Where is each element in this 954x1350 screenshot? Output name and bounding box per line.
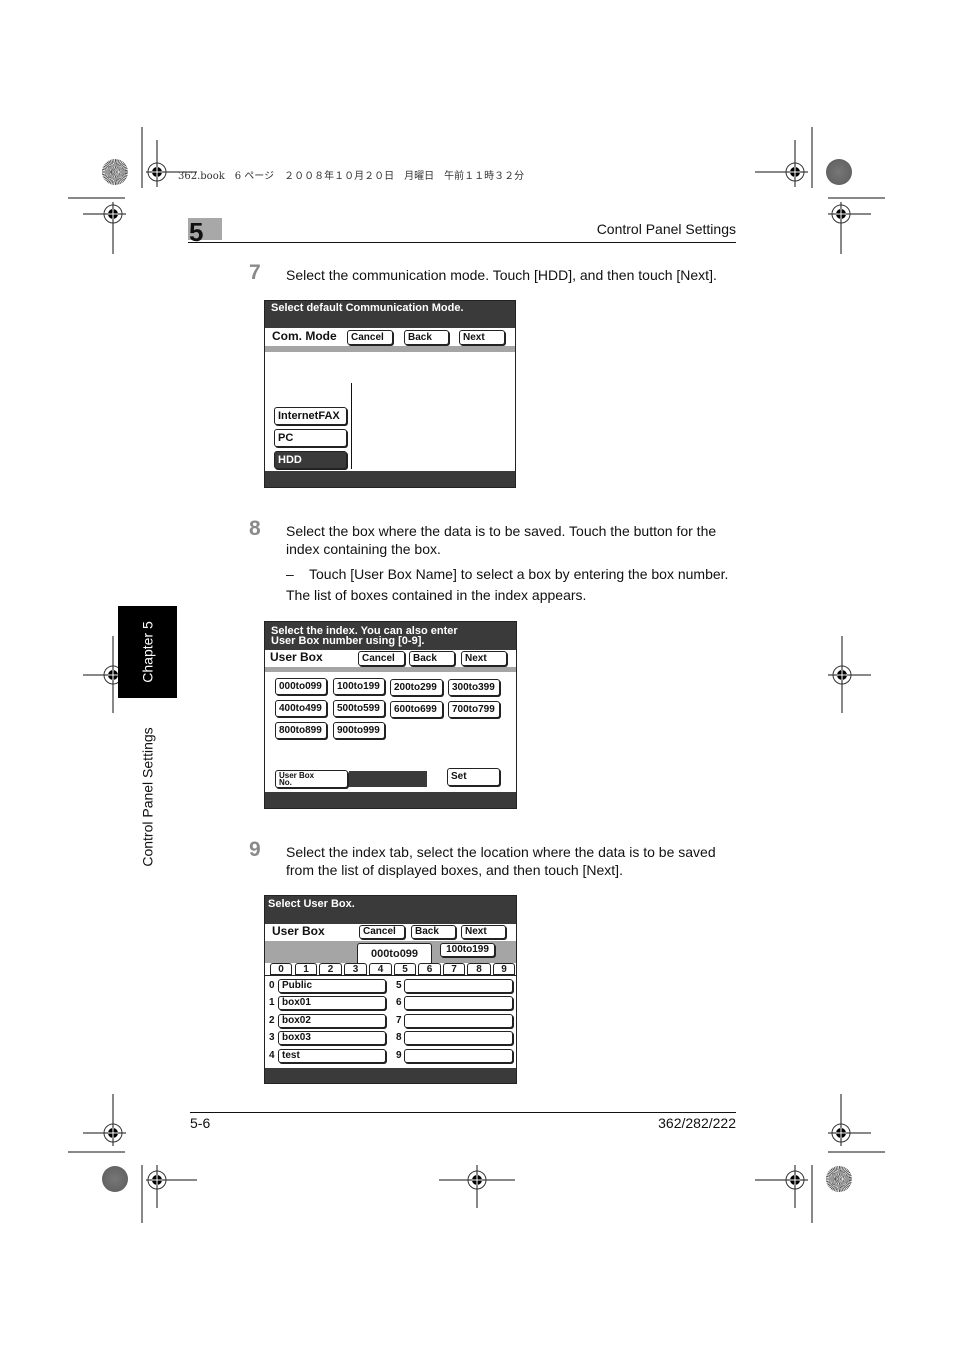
box-slot[interactable] bbox=[404, 996, 513, 1010]
screen-title: User Box bbox=[270, 650, 323, 664]
index-button[interactable]: 900to999 bbox=[333, 722, 385, 739]
digit-tab[interactable]: 6 bbox=[418, 963, 441, 975]
step-bullet: Touch [User Box Name] to select a box by… bbox=[309, 566, 729, 582]
step-text: Select the communication mode. Touch [HD… bbox=[286, 267, 717, 283]
index-button[interactable]: 100to199 bbox=[333, 678, 385, 695]
digit-tab[interactable]: 3 bbox=[344, 963, 367, 975]
digit-tab[interactable]: 2 bbox=[319, 963, 342, 975]
cancel-button[interactable]: Cancel bbox=[359, 925, 405, 939]
next-button[interactable]: Next bbox=[461, 925, 506, 939]
side-section-label: Control Panel Settings bbox=[118, 712, 177, 882]
step-note: The list of boxes contained in the index… bbox=[286, 587, 587, 603]
slot-number: 9 bbox=[396, 1050, 402, 1061]
slot-number: 2 bbox=[269, 1015, 275, 1026]
box-slot[interactable] bbox=[404, 1031, 513, 1045]
box-slot[interactable]: box01 bbox=[278, 996, 386, 1010]
index-button[interactable]: 400to499 bbox=[275, 700, 327, 717]
next-button[interactable]: Next bbox=[459, 330, 505, 345]
index-button[interactable]: 800to899 bbox=[275, 722, 327, 739]
screen-footer-bar bbox=[265, 1068, 516, 1083]
scroll-line bbox=[351, 383, 352, 469]
footer-divider bbox=[190, 1112, 736, 1113]
digit-tab[interactable]: 1 bbox=[295, 963, 317, 975]
gray-rosette-icon bbox=[102, 1166, 128, 1192]
section-title: Control Panel Settings bbox=[596, 221, 736, 237]
screen-select-user-box: Select User Box. User Box Cancel Back Ne… bbox=[264, 895, 517, 1084]
side-section-text: Control Panel Settings bbox=[139, 727, 156, 867]
index-button[interactable]: 600to699 bbox=[390, 701, 443, 718]
bullet-dash: – bbox=[286, 566, 294, 582]
screen-message: Select the index. You can also enter Use… bbox=[265, 622, 516, 650]
side-chapter-label: Chapter 5 bbox=[118, 606, 177, 698]
color-rosette-icon bbox=[102, 159, 128, 185]
user-box-no-input[interactable] bbox=[349, 771, 427, 787]
screen-message: Select default Communication Mode. bbox=[265, 301, 515, 328]
box-slot[interactable]: Public bbox=[278, 979, 386, 993]
step-number: 7 bbox=[249, 261, 261, 284]
digit-tab-active[interactable]: 0 bbox=[270, 963, 292, 975]
set-button[interactable]: Set bbox=[447, 768, 500, 786]
digit-tab[interactable]: 8 bbox=[467, 963, 491, 975]
gray-rosette-icon bbox=[826, 159, 852, 185]
slot-number: 4 bbox=[269, 1050, 275, 1061]
screen-user-box-index: Select the index. You can also enter Use… bbox=[264, 621, 517, 809]
cancel-button[interactable]: Cancel bbox=[358, 651, 405, 666]
range-tab-active[interactable]: 000to099 bbox=[357, 943, 432, 963]
box-slot[interactable] bbox=[404, 979, 513, 993]
back-button[interactable]: Back bbox=[404, 330, 449, 345]
digit-tab[interactable]: 9 bbox=[493, 963, 515, 975]
back-button[interactable]: Back bbox=[411, 925, 456, 939]
slot-number: 6 bbox=[396, 997, 402, 1008]
digit-tab[interactable]: 5 bbox=[394, 963, 416, 975]
next-button[interactable]: Next bbox=[461, 651, 507, 666]
header-divider bbox=[188, 242, 736, 243]
screen-footer-bar bbox=[265, 471, 515, 487]
index-button[interactable]: 000to099 bbox=[275, 678, 327, 695]
screen-message: Select User Box. bbox=[265, 896, 516, 924]
index-button[interactable]: 200to299 bbox=[390, 679, 443, 696]
step-number: 9 bbox=[249, 838, 261, 861]
digit-tab[interactable]: 7 bbox=[443, 963, 465, 975]
page-number: 5-6 bbox=[190, 1115, 211, 1131]
print-header: 362.book 6 ページ ２００８年１０月２０日 月曜日 午前１１時３２分 bbox=[178, 171, 525, 182]
slot-number: 0 bbox=[269, 980, 275, 991]
index-button[interactable]: 700to799 bbox=[448, 701, 500, 718]
tab-baseline bbox=[265, 975, 516, 976]
step-text: Select the box where the data is to be s… bbox=[286, 523, 717, 557]
side-chapter-text: Chapter 5 bbox=[139, 621, 156, 683]
box-slot[interactable]: test bbox=[278, 1049, 386, 1063]
screen-footer-bar bbox=[265, 792, 516, 808]
gray-divider bbox=[265, 346, 515, 352]
model-numbers: 362/282/222 bbox=[658, 1115, 736, 1131]
user-box-no-button[interactable]: User Box No. bbox=[275, 770, 348, 788]
cancel-button[interactable]: Cancel bbox=[347, 330, 393, 345]
color-rosette-icon bbox=[826, 1166, 852, 1192]
step-number: 8 bbox=[249, 517, 261, 540]
box-slot[interactable]: box03 bbox=[278, 1031, 386, 1045]
gray-divider bbox=[265, 667, 516, 672]
box-slot[interactable]: box02 bbox=[278, 1014, 386, 1028]
step-text: Select the index tab, select the locatio… bbox=[286, 844, 716, 878]
slot-number: 5 bbox=[396, 980, 402, 991]
screen-com-mode: Select default Communication Mode. Com. … bbox=[264, 300, 516, 488]
screen-title: Com. Mode bbox=[272, 329, 337, 343]
digit-tab[interactable]: 4 bbox=[369, 963, 392, 975]
screen-title: User Box bbox=[272, 924, 325, 938]
slot-number: 1 bbox=[269, 997, 275, 1008]
screen-message-line2: User Box number using [0-9]. bbox=[271, 635, 425, 647]
index-button[interactable]: 500to599 bbox=[333, 700, 385, 717]
box-slot[interactable] bbox=[404, 1049, 513, 1063]
mode-button-hdd[interactable]: HDD bbox=[274, 451, 347, 469]
box-slot[interactable] bbox=[404, 1014, 513, 1028]
slot-number: 7 bbox=[396, 1015, 402, 1026]
user-box-no-label-line2: No. bbox=[279, 778, 292, 787]
mode-button-pc[interactable]: PC bbox=[274, 429, 347, 447]
slot-number: 3 bbox=[269, 1032, 275, 1043]
slot-number: 8 bbox=[396, 1032, 402, 1043]
mode-button-internetfax[interactable]: InternetFAX bbox=[274, 407, 347, 425]
index-button[interactable]: 300to399 bbox=[448, 679, 500, 696]
range-tab[interactable]: 100to199 bbox=[440, 943, 495, 957]
back-button[interactable]: Back bbox=[409, 651, 455, 666]
